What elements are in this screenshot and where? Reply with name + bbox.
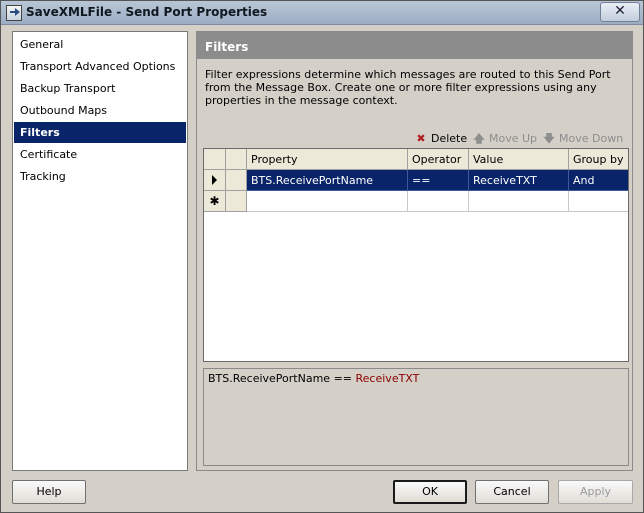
row-group-cell <box>226 170 247 191</box>
settings-nav-list: General Transport Advanced Options Backu… <box>12 31 188 471</box>
cell-group-by[interactable]: And <box>569 170 628 191</box>
move-down-button[interactable]: 🡇 Move Down <box>543 130 623 148</box>
new-cell-group-by[interactable] <box>569 191 628 212</box>
panel-description: Filter expressions determine which messa… <box>205 68 611 107</box>
delete-icon: ✖ <box>416 132 426 145</box>
apply-button[interactable]: Apply <box>558 480 633 504</box>
new-row-group-cell <box>226 191 247 212</box>
column-header-value[interactable]: Value <box>469 149 569 170</box>
delete-label: Delete <box>431 132 468 145</box>
grid-corner-header <box>204 149 226 170</box>
cell-property[interactable]: BTS.ReceivePortName <box>247 170 408 191</box>
nav-item-filters[interactable]: Filters <box>14 122 186 143</box>
new-cell-property[interactable] <box>247 191 408 212</box>
cancel-button[interactable]: Cancel <box>475 480 549 504</box>
move-down-label: Move Down <box>559 132 624 145</box>
help-button[interactable]: Help <box>12 480 86 504</box>
row-selector[interactable] <box>204 170 226 191</box>
nav-item-certificate[interactable]: Certificate <box>14 144 186 165</box>
arrow-down-icon: 🡇 <box>543 132 555 145</box>
new-cell-value[interactable] <box>469 191 569 212</box>
close-button[interactable]: ✕ <box>600 2 640 22</box>
filter-expression-preview: BTS.ReceivePortName == ReceiveTXT <box>203 368 629 466</box>
filter-toolbar: ✖ Delete 🡅 Move Up 🡇 Move Down <box>197 130 632 148</box>
current-row-arrow-icon <box>212 175 217 185</box>
close-icon: ✕ <box>614 3 626 19</box>
cell-value[interactable]: ReceiveTXT <box>469 170 569 191</box>
preview-value: ReceiveTXT <box>355 372 420 385</box>
nav-item-backup-transport[interactable]: Backup Transport <box>14 78 186 99</box>
column-header-operator[interactable]: Operator <box>408 149 469 170</box>
preview-operator: == <box>333 372 353 385</box>
filter-grid[interactable]: Property Operator Value Group by BTS.Rec… <box>203 148 629 362</box>
filters-panel: Filters Filter expressions determine whi… <box>196 31 633 471</box>
arrow-up-icon: 🡅 <box>473 132 485 145</box>
preview-property: BTS.ReceivePortName <box>208 372 331 385</box>
nav-item-tracking[interactable]: Tracking <box>14 166 186 187</box>
nav-item-outbound-maps[interactable]: Outbound Maps <box>14 100 186 121</box>
new-row-icon: ✱ <box>204 191 226 212</box>
cell-operator[interactable]: == <box>408 170 469 191</box>
ok-button[interactable]: OK <box>393 480 467 504</box>
window-title: SaveXMLFile - Send Port Properties <box>26 5 268 19</box>
move-up-label: Move Up <box>489 132 538 145</box>
panel-title: Filters <box>197 32 632 59</box>
column-header-group-by[interactable]: Group by <box>569 149 628 170</box>
title-bar[interactable]: SaveXMLFile - Send Port Properties ✕ <box>1 1 643 25</box>
move-up-button[interactable]: 🡅 Move Up <box>473 130 537 148</box>
nav-item-transport-advanced-options[interactable]: Transport Advanced Options <box>14 56 186 77</box>
nav-item-general[interactable]: General <box>14 34 186 55</box>
new-cell-operator[interactable] <box>408 191 469 212</box>
delete-button[interactable]: ✖ Delete <box>415 130 467 148</box>
column-header-property[interactable]: Property <box>247 149 408 170</box>
app-icon <box>6 5 22 21</box>
grid-group-column-header <box>226 149 247 170</box>
send-port-properties-dialog: SaveXMLFile - Send Port Properties ✕ Gen… <box>0 0 644 513</box>
